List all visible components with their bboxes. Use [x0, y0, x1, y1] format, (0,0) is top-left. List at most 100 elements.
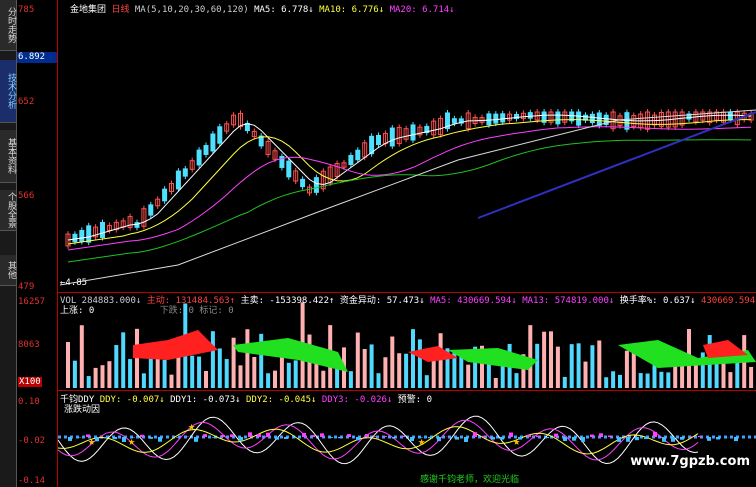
price-header: 金地集团 日线 MA(5,10,20,30,60,120) MA5: 6.778… — [70, 2, 455, 15]
volume-bar — [618, 374, 622, 388]
ddy1-value: DDY1: -0.073↓ — [170, 395, 241, 405]
period-label: 日线 — [111, 5, 130, 15]
ddy3-line — [58, 419, 699, 461]
volume-bar — [321, 370, 326, 388]
indicator-label-bottom: -0.14 — [18, 476, 46, 486]
down-count: 下跌: 0 — [159, 306, 194, 316]
ddy-bar — [455, 437, 459, 440]
tab-time-share[interactable]: 分时走势 — [0, 0, 16, 51]
ddy-bar — [176, 437, 180, 438]
ma5-value: MA5: 6.778↓ — [254, 5, 314, 15]
ddy-bar — [257, 434, 261, 437]
candle-body — [286, 160, 292, 178]
chart-area[interactable]: ★ ★ ★ ★ ★ 金地集团 日线 MA(5,10,20,30,60,120) MA5:… — [58, 0, 756, 487]
indicator-label-top: 0.10 — [18, 397, 40, 407]
tab-fundamentals[interactable]: 基本资料 — [0, 130, 16, 183]
ddy-bar — [203, 434, 207, 437]
ddy-bar — [527, 434, 531, 437]
ddy-bar — [680, 437, 684, 440]
ddy-bar — [491, 437, 495, 440]
ddy-bar — [320, 433, 324, 437]
tab-technical-analysis[interactable]: 技术分析 — [0, 60, 16, 123]
signal-star: ★ — [188, 419, 195, 433]
volume-bar — [162, 359, 167, 388]
indicator-header: 千钧DDY DDY: -0.007↓ DDY1: -0.073↓ DDY2: -… — [60, 392, 432, 405]
candle-body — [300, 178, 306, 188]
ddy-bar — [383, 436, 387, 437]
volume-bar — [555, 346, 560, 388]
volume-bar — [314, 362, 319, 388]
candle-body — [79, 229, 85, 243]
ddy-bar — [347, 434, 351, 437]
ddy-bar — [707, 437, 711, 441]
candle-body — [86, 225, 92, 243]
volume-unit-label: X100 — [18, 377, 42, 387]
volume-bar — [79, 325, 84, 388]
candle-body — [727, 111, 733, 121]
ddy-bar — [311, 435, 315, 437]
capital-value: 资金异动: 57.473↓ — [339, 296, 425, 306]
ddy-bar — [158, 437, 162, 442]
ddy-bar — [554, 433, 558, 437]
candle-body — [486, 113, 492, 126]
volume-bar — [583, 361, 588, 388]
volume-bar — [190, 355, 195, 388]
volume-bar — [204, 371, 208, 388]
ddy-bar — [635, 437, 639, 441]
volume-bar — [576, 343, 581, 388]
ddy-bar — [644, 437, 648, 440]
tab-other[interactable]: 其他 — [0, 255, 16, 286]
tab-overview[interactable]: 个股全景 — [0, 190, 16, 231]
ma10-line — [67, 119, 752, 245]
candle-body — [210, 133, 216, 152]
volume-bar — [224, 359, 229, 388]
ddy-bar — [662, 437, 666, 442]
volume-bar — [666, 372, 671, 388]
volume-bar — [86, 376, 91, 388]
ddy-bar — [284, 437, 288, 439]
volume-bar — [348, 371, 353, 388]
ddy-bar — [221, 434, 225, 437]
price-axis — [17, 0, 58, 487]
volume-bar — [293, 360, 298, 388]
volume-bar — [355, 332, 360, 388]
indicator-label-mid: -0.02 — [18, 436, 46, 446]
candle-body — [376, 134, 381, 146]
signal-star: ★ — [418, 434, 425, 448]
ddy-bar — [563, 437, 567, 442]
warning-value: 预警: 0 — [397, 395, 433, 405]
ddy-bar — [374, 436, 378, 437]
volume-bar — [376, 373, 381, 388]
price-label-652: 652 — [18, 97, 35, 107]
signal-star: ★ — [513, 434, 520, 448]
ddy-bar — [410, 437, 414, 442]
volume-bar — [466, 364, 471, 388]
volume-bar — [245, 329, 250, 388]
volume-bar — [369, 344, 374, 388]
volume-bar — [624, 350, 629, 388]
ma20-line — [67, 126, 752, 251]
volume-bar — [397, 353, 402, 388]
ddy-bar — [716, 437, 720, 440]
ddy-bar — [626, 437, 630, 442]
candle-body — [203, 145, 209, 155]
vol-ma13-value: MA13: 574819.000↓ — [522, 296, 615, 306]
candle-body — [555, 111, 561, 125]
volume-bar — [169, 374, 174, 388]
ddy-bar — [401, 435, 405, 437]
volume-bar — [424, 375, 429, 388]
volume-bar — [549, 331, 553, 388]
volume-bar — [438, 333, 443, 388]
volume-bar — [362, 348, 367, 388]
ddy-bar — [293, 437, 297, 439]
volume-bar — [266, 373, 271, 388]
main-sell-value: 主卖: -153398.422↑ — [240, 296, 335, 306]
ddy-bar — [671, 437, 675, 442]
ddy-bar — [356, 437, 360, 441]
ddy-bar — [599, 433, 603, 437]
ddy-bar — [473, 432, 477, 437]
ma30-line — [67, 139, 752, 263]
footer-note: 感谢千钧老师，欢迎光临 — [420, 475, 520, 485]
ma-params: MA(5,10,20,30,60,120) — [134, 5, 249, 15]
ddy-bar — [302, 432, 306, 437]
